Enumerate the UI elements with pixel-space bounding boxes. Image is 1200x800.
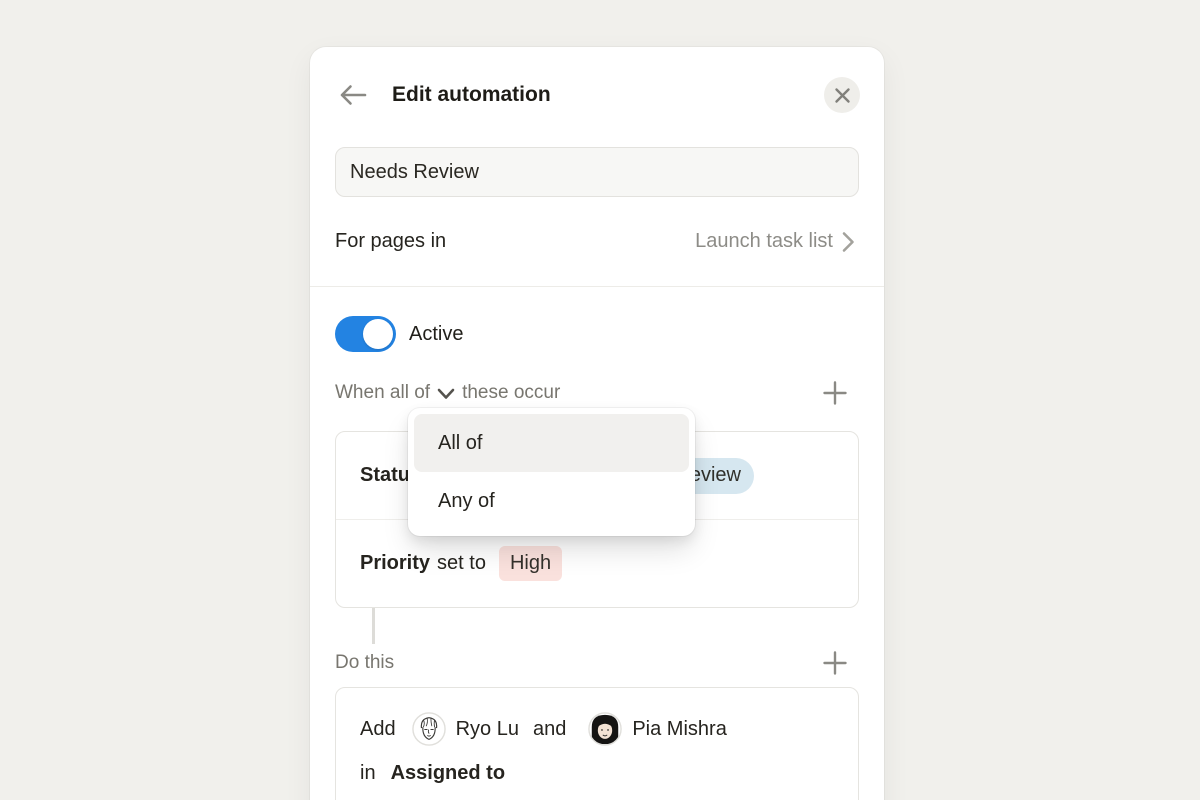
dialog-title: Edit automation (392, 83, 551, 107)
action-card[interactable]: Add Ryo Lu and (335, 687, 859, 800)
trigger-operator-value[interactable]: all of (390, 382, 430, 404)
automation-name-input[interactable] (335, 147, 859, 197)
active-toggle[interactable] (335, 316, 396, 352)
action-label: Do this (335, 652, 394, 674)
toggle-knob (363, 319, 393, 349)
action-property: Assigned to (391, 762, 505, 785)
back-arrow-icon (337, 80, 368, 110)
scope-value: Launch task list (695, 230, 833, 253)
section-divider (310, 286, 884, 287)
scope-label: For pages in (335, 230, 446, 253)
action-label-row: Do this (335, 648, 859, 677)
scope-row: For pages in Launch task list (335, 197, 859, 286)
action-prefix: Add (360, 718, 396, 741)
chevron-right-icon (842, 231, 855, 253)
scope-selector[interactable]: Launch task list (695, 230, 855, 253)
menu-item-any-of[interactable]: Any of (414, 472, 689, 530)
action-sentence-line-1: Add Ryo Lu and (360, 707, 834, 751)
dialog-header: Edit automation (310, 47, 884, 143)
close-icon (834, 87, 851, 104)
pia-mishra-avatar (588, 712, 622, 746)
active-toggle-label: Active (409, 323, 463, 346)
flow-connector-line (372, 608, 375, 644)
add-action-button[interactable] (822, 650, 848, 676)
chevron-down-icon (437, 388, 455, 400)
trigger-label-suffix: these occur (462, 382, 560, 404)
menu-item-all-of[interactable]: All of (414, 414, 689, 472)
page-background: Edit automation For pages in Launch task… (0, 0, 1200, 800)
plus-icon (823, 381, 847, 405)
person-name: Pia Mishra (632, 718, 726, 741)
condition-verb: set to (437, 552, 486, 575)
operator-dropdown-menu: All of Any of (408, 408, 695, 536)
back-button[interactable] (336, 79, 368, 111)
operator-dropdown-toggle[interactable] (437, 388, 455, 400)
action-in-word: in (360, 762, 376, 785)
trigger-label-row: When all of these occur (335, 379, 859, 406)
close-button[interactable] (824, 77, 860, 113)
rules-section: Active When all of these occur (310, 316, 884, 800)
action-sentence-line-2: in Assigned to (360, 751, 834, 795)
action-conjunction: and (533, 718, 566, 741)
plus-icon (823, 651, 847, 675)
condition-property: Priority (360, 552, 430, 575)
trigger-label-prefix: When (335, 382, 385, 404)
active-toggle-row: Active (335, 316, 859, 352)
ryo-lu-avatar (412, 712, 446, 746)
edit-automation-dialog: Edit automation For pages in Launch task… (310, 47, 884, 800)
priority-value-pill[interactable]: High (499, 546, 562, 581)
add-trigger-button[interactable] (822, 380, 848, 406)
person-name: Ryo Lu (456, 718, 519, 741)
